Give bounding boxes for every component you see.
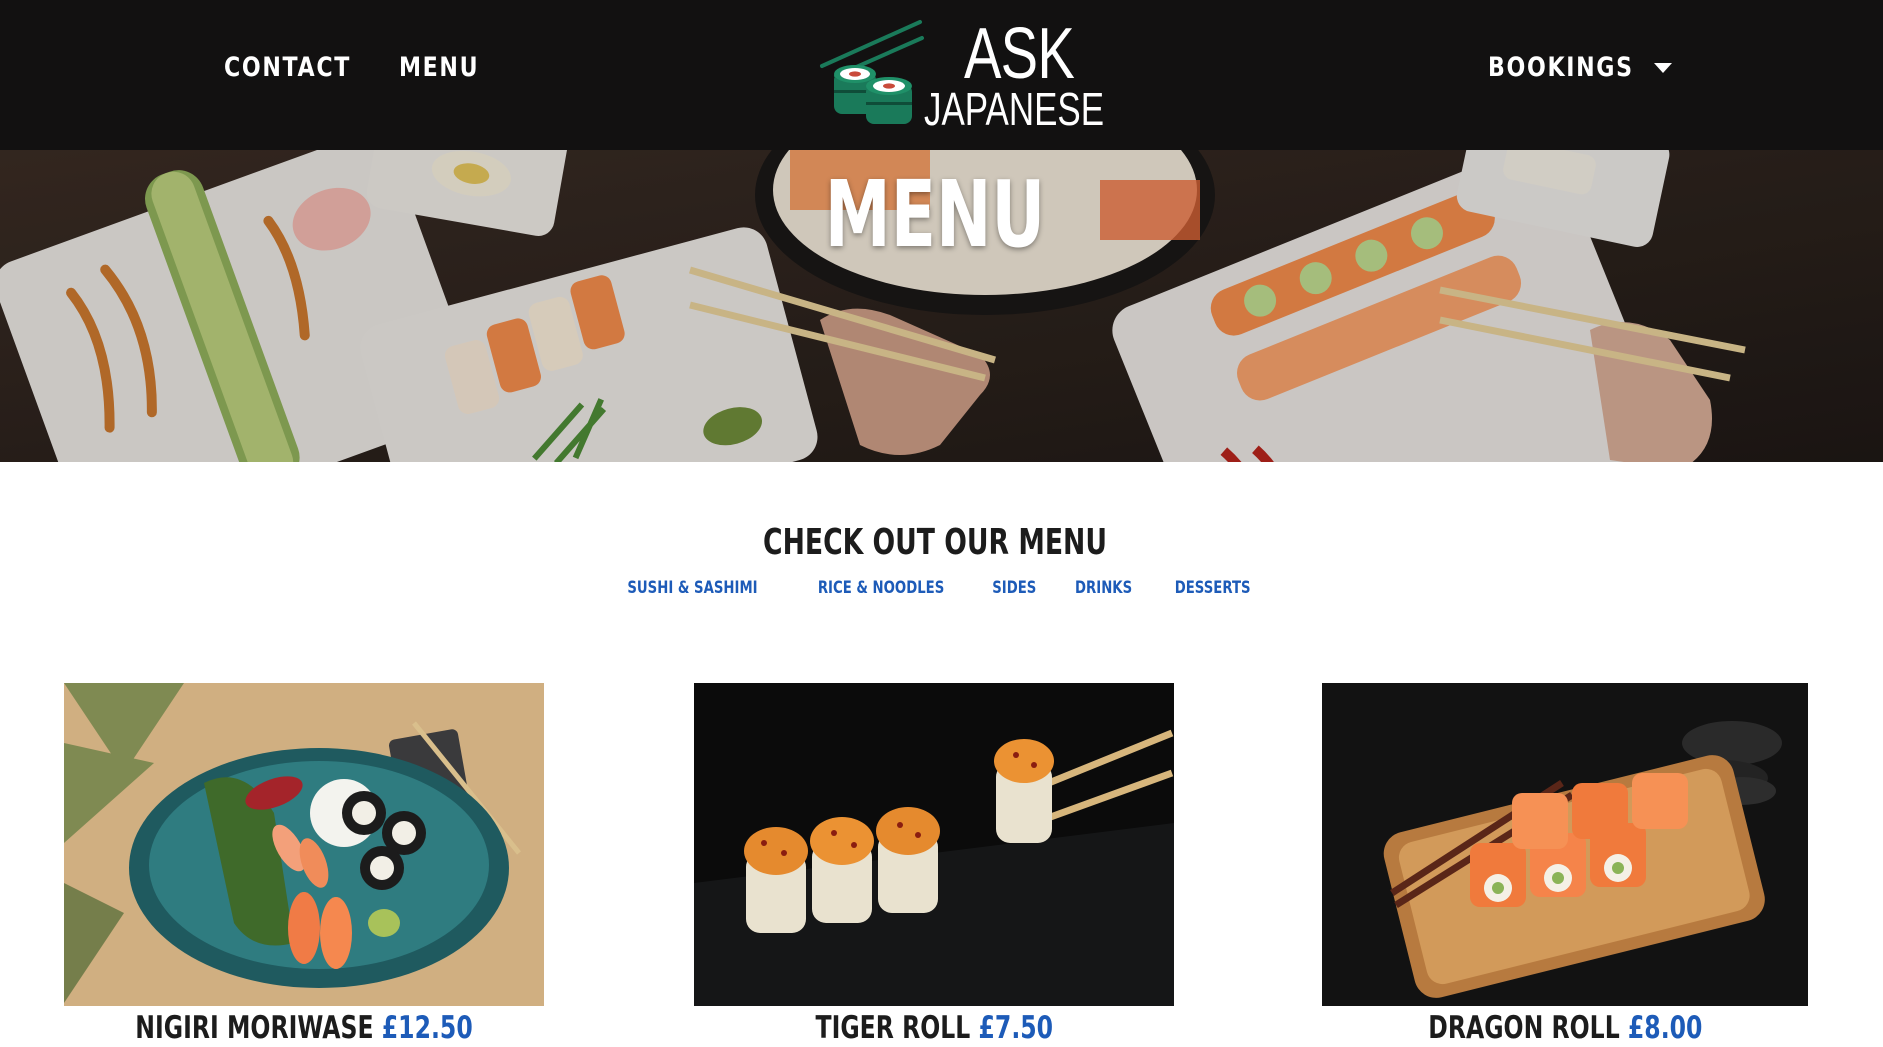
menu-item-name: DRAGON ROLL (1427, 1010, 1620, 1046)
site-logo[interactable]: ASK JAPANESE (816, 14, 1104, 134)
menu-item-caption: DRAGON ROLL £8.00 (1322, 1013, 1808, 1044)
menu-item-card[interactable]: NIGIRI MORIWASE £12.50 (64, 683, 544, 1044)
dragon-roll-image[interactable] (1322, 683, 1808, 1006)
hero-banner: MENU (0, 150, 1883, 462)
chevron-down-icon[interactable] (1653, 62, 1672, 73)
nigiri-moriwase-image[interactable] (64, 683, 544, 1006)
logo-text-ask: ASK (964, 14, 1075, 94)
menu-item-price: £8.00 (1627, 1010, 1703, 1046)
logo-text-japanese: JAPANESE (924, 83, 1105, 135)
nav-link-contact[interactable]: CONTACT (224, 52, 351, 83)
category-link-drinks[interactable]: DRINKS (1075, 578, 1132, 598)
sushi-chopsticks-icon (820, 20, 924, 124)
menu-item-name: NIGIRI MORIWASE (135, 1010, 374, 1046)
menu-item-card[interactable]: TIGER ROLL £7.50 (694, 683, 1174, 1044)
category-link-sushi-sashimi[interactable]: SUSHI & SASHIMI (627, 578, 757, 598)
bookings-dropdown[interactable]: BOOKINGS (1488, 52, 1672, 83)
primary-nav: CONTACT MENU (224, 52, 497, 83)
category-link-rice-noodles[interactable]: RICE & NOODLES (818, 578, 944, 598)
menu-item-price: £12.50 (381, 1010, 473, 1046)
menu-heading: CHECK OUT OUR MENU (763, 522, 1107, 563)
menu-item-price: £7.50 (978, 1010, 1053, 1046)
bookings-label[interactable]: BOOKINGS (1488, 52, 1634, 83)
site-header: CONTACT MENU ASK JAPANESE BOOKINGS (0, 0, 1883, 150)
menu-item-caption: NIGIRI MORIWASE £12.50 (64, 1013, 544, 1044)
category-link-desserts[interactable]: DESSERTS (1174, 578, 1250, 598)
menu-item-caption: TIGER ROLL £7.50 (694, 1013, 1174, 1044)
category-link-sides[interactable]: SIDES (992, 578, 1036, 598)
tiger-roll-image[interactable] (694, 683, 1174, 1006)
menu-item-card[interactable]: DRAGON ROLL £8.00 (1322, 683, 1808, 1044)
menu-category-nav: SUSHI & SASHIMI RICE & NOODLES SIDES DRI… (0, 578, 1870, 598)
nav-link-menu[interactable]: MENU (399, 52, 479, 83)
page-title: MENU (824, 161, 1046, 268)
menu-item-name: TIGER ROLL (815, 1010, 971, 1046)
